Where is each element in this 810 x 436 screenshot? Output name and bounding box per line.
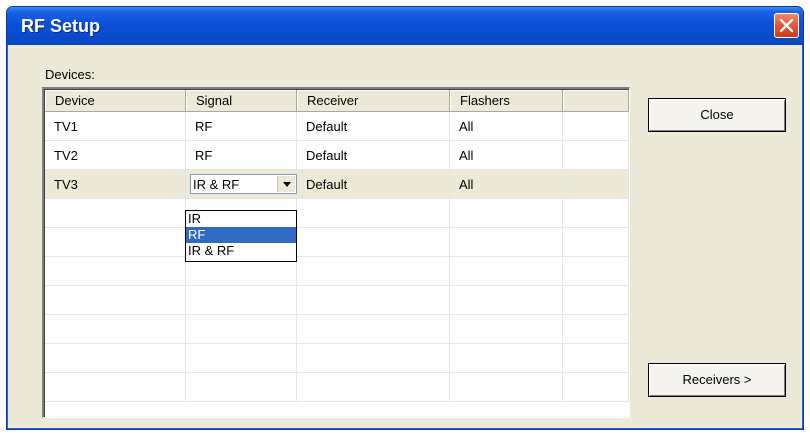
- table-header: Device Signal Receiver Flashers: [45, 90, 629, 112]
- table-row-empty: [45, 228, 629, 257]
- chevron-down-icon: [283, 182, 291, 187]
- window-title: RF Setup: [21, 16, 100, 36]
- flashers-cell[interactable]: All: [450, 112, 563, 140]
- empty-cell: [563, 112, 629, 140]
- column-header-empty[interactable]: [563, 90, 629, 112]
- column-header-device[interactable]: Device: [45, 90, 186, 112]
- device-cell: TV1: [45, 112, 186, 140]
- column-header-flashers[interactable]: Flashers: [450, 90, 563, 112]
- dropdown-option-ir-rf[interactable]: IR & RF: [186, 243, 296, 259]
- table-row-empty: [45, 257, 629, 286]
- empty-cell: [563, 170, 629, 198]
- receivers-button[interactable]: Receivers >: [648, 363, 786, 397]
- signal-combobox-value: IR & RF: [193, 177, 240, 192]
- device-cell: TV3: [45, 170, 186, 198]
- column-header-receiver[interactable]: Receiver: [297, 90, 450, 112]
- table-row-empty: [45, 373, 629, 402]
- title-bar[interactable]: RF Setup: [7, 7, 803, 45]
- combobox-dropdown-button[interactable]: [277, 176, 295, 192]
- flashers-cell[interactable]: All: [450, 141, 563, 169]
- signal-cell[interactable]: IR & RF: [186, 170, 297, 198]
- receiver-cell[interactable]: Default: [297, 141, 450, 169]
- dropdown-option-ir[interactable]: IR: [186, 211, 296, 227]
- device-cell: TV2: [45, 141, 186, 169]
- window-close-button[interactable]: [774, 13, 799, 38]
- table-row-empty: [45, 286, 629, 315]
- table-row-selected[interactable]: TV3 IR & RF Default All: [45, 170, 629, 199]
- table-row-empty: [45, 344, 629, 373]
- signal-combobox[interactable]: IR & RF: [190, 174, 297, 194]
- flashers-cell[interactable]: All: [450, 170, 563, 198]
- dropdown-option-rf[interactable]: RF: [186, 227, 296, 243]
- rf-setup-dialog: RF Setup Devices: Device Signal Receiver…: [6, 6, 804, 430]
- signal-cell[interactable]: RF: [186, 141, 297, 169]
- column-header-signal[interactable]: Signal: [186, 90, 297, 112]
- devices-label: Devices:: [45, 67, 95, 82]
- table-row[interactable]: TV2 RF Default All: [45, 141, 629, 170]
- empty-cell: [563, 141, 629, 169]
- table-row[interactable]: TV1 RF Default All: [45, 112, 629, 141]
- table-row-empty: [45, 315, 629, 344]
- close-button[interactable]: Close: [648, 98, 786, 132]
- signal-cell[interactable]: RF: [186, 112, 297, 140]
- devices-table[interactable]: Device Signal Receiver Flashers TV1 RF D…: [42, 87, 630, 418]
- receiver-cell[interactable]: Default: [297, 170, 450, 198]
- table-row-empty: [45, 199, 629, 228]
- signal-dropdown-list[interactable]: IR RF IR & RF: [185, 210, 297, 262]
- close-icon: [779, 18, 794, 33]
- receiver-cell[interactable]: Default: [297, 112, 450, 140]
